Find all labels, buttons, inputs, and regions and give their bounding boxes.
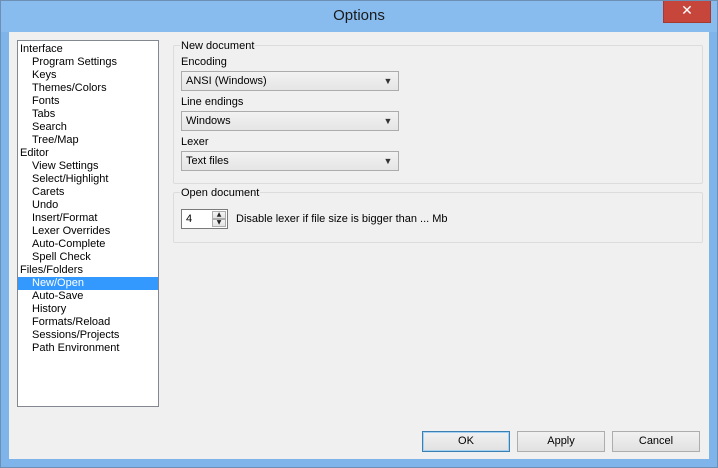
tree-item-files-folders[interactable]: Files/Folders xyxy=(18,264,158,277)
close-icon: ✕ xyxy=(681,3,693,19)
spin-up-button[interactable]: ▲ xyxy=(212,211,226,219)
line-endings-label: Line endings xyxy=(181,96,244,108)
tree-item-search[interactable]: Search xyxy=(18,121,158,134)
ok-button[interactable]: OK xyxy=(422,431,510,452)
tree-item-editor[interactable]: Editor xyxy=(18,147,158,160)
tree-item-formats-reload[interactable]: Formats/Reload xyxy=(18,316,158,329)
open-document-group: Open document 4 ▲ ▼ Disable lexer if fil… xyxy=(173,187,703,243)
file-size-spinner[interactable]: 4 ▲ ▼ xyxy=(181,209,228,229)
chevron-down-icon: ▼ xyxy=(383,116,393,126)
file-size-value: 4 xyxy=(186,213,193,225)
encoding-label: Encoding xyxy=(181,56,227,68)
dialog-client-area: Interface Program Settings Keys Themes/Colo… xyxy=(9,32,709,459)
arrow-up-icon: ▲ xyxy=(216,211,222,218)
tree-item-carets[interactable]: Carets xyxy=(18,186,158,199)
title-bar[interactable]: Options ✕ xyxy=(1,1,717,32)
tree-item-lexer-overrides[interactable]: Lexer Overrides xyxy=(18,225,158,238)
apply-button[interactable]: Apply xyxy=(517,431,605,452)
lexer-label: Lexer xyxy=(181,136,209,148)
tree-item-interface[interactable]: Interface xyxy=(18,43,158,56)
tree-item-tree-map[interactable]: Tree/Map xyxy=(18,134,158,147)
tree-item-history[interactable]: History xyxy=(18,303,158,316)
options-category-tree[interactable]: Interface Program Settings Keys Themes/Colo… xyxy=(17,40,159,407)
new-document-group-title: New document xyxy=(180,40,256,52)
tree-item-tabs[interactable]: Tabs xyxy=(18,108,158,121)
close-button[interactable]: ✕ xyxy=(663,1,711,23)
chevron-down-icon: ▼ xyxy=(383,76,393,86)
lexer-dropdown[interactable]: Text files ▼ xyxy=(181,151,399,171)
encoding-selected-value: ANSI (Windows) xyxy=(186,75,267,87)
lexer-selected-value: Text files xyxy=(186,155,229,167)
options-window: Options ✕ Interface Program Settings Keys T… xyxy=(0,0,718,468)
new-document-group: New document Encoding ANSI (Windows) ▼ L… xyxy=(173,40,703,184)
cancel-button[interactable]: Cancel xyxy=(612,431,700,452)
spin-down-button[interactable]: ▼ xyxy=(212,219,226,227)
arrow-down-icon: ▼ xyxy=(216,219,222,226)
tree-item-new-open[interactable]: New/Open xyxy=(18,277,158,290)
chevron-down-icon: ▼ xyxy=(383,156,393,166)
tree-item-sessions-projects[interactable]: Sessions/Projects xyxy=(18,329,158,342)
line-endings-selected-value: Windows xyxy=(186,115,231,127)
line-endings-dropdown[interactable]: Windows ▼ xyxy=(181,111,399,131)
tree-item-view-settings[interactable]: View Settings xyxy=(18,160,158,173)
tree-item-auto-complete[interactable]: Auto-Complete xyxy=(18,238,158,251)
window-title: Options xyxy=(333,7,385,24)
tree-item-keys[interactable]: Keys xyxy=(18,69,158,82)
tree-item-fonts[interactable]: Fonts xyxy=(18,95,158,108)
open-document-group-title: Open document xyxy=(180,187,261,199)
tree-item-select-highlight[interactable]: Select/Highlight xyxy=(18,173,158,186)
file-size-description: Disable lexer if file size is bigger tha… xyxy=(236,213,448,225)
tree-item-spell-check[interactable]: Spell Check xyxy=(18,251,158,264)
tree-item-themes-colors[interactable]: Themes/Colors xyxy=(18,82,158,95)
tree-item-program-settings[interactable]: Program Settings xyxy=(18,56,158,69)
tree-item-path-environment[interactable]: Path Environment xyxy=(18,342,158,355)
encoding-dropdown[interactable]: ANSI (Windows) ▼ xyxy=(181,71,399,91)
tree-item-insert-format[interactable]: Insert/Format xyxy=(18,212,158,225)
tree-item-undo[interactable]: Undo xyxy=(18,199,158,212)
tree-item-auto-save[interactable]: Auto-Save xyxy=(18,290,158,303)
